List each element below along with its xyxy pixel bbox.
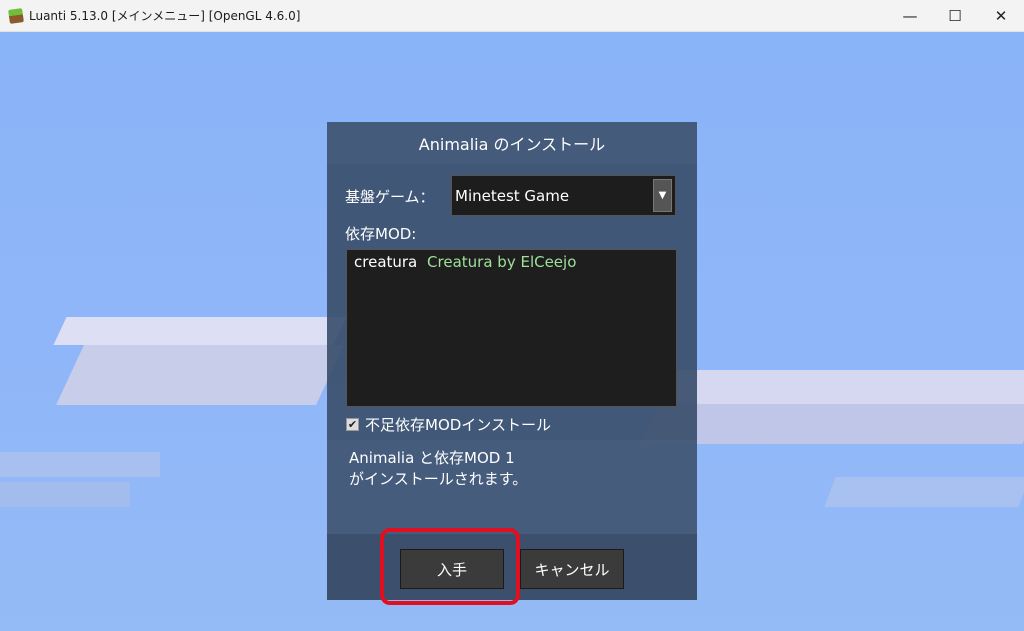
maximize-button[interactable]: ☐: [932, 0, 978, 31]
base-game-value: Minetest Game: [455, 186, 570, 205]
window-title: Luanti 5.13.0 [メインメニュー] [OpenGL 4.6.0]: [29, 9, 301, 23]
close-button[interactable]: ✕: [978, 0, 1024, 31]
install-info-text: Animalia と依存MOD 1 がインストールされます。: [349, 448, 527, 490]
install-missing-row[interactable]: ✔ 不足依存MODインストール: [346, 414, 551, 435]
info-line-2: がインストールされます。: [349, 470, 528, 488]
minimize-button[interactable]: —: [887, 0, 933, 31]
info-line-1: Animalia と依存MOD 1: [349, 449, 515, 467]
dialog-footer: [327, 534, 697, 600]
cloud: [824, 477, 1024, 507]
base-game-select[interactable]: Minetest Game ▼: [451, 175, 676, 216]
install-missing-checkbox[interactable]: ✔: [346, 418, 359, 431]
dependency-name: creatura: [354, 253, 418, 271]
cancel-button[interactable]: キャンセル: [520, 549, 624, 589]
dependencies-label: 依存MOD:: [345, 225, 417, 243]
dialog-title: Animalia のインストール: [327, 122, 697, 164]
base-game-label: 基盤ゲーム：: [345, 188, 435, 206]
cloud: [0, 482, 130, 507]
chevron-down-icon[interactable]: ▼: [653, 179, 672, 212]
install-button[interactable]: 入手: [400, 549, 504, 589]
window-titlebar: Luanti 5.13.0 [メインメニュー] [OpenGL 4.6.0] —…: [0, 0, 1024, 32]
list-item[interactable]: creatura Creatura by ElCeejo: [354, 253, 576, 271]
dependencies-list[interactable]: creatura Creatura by ElCeejo: [346, 249, 677, 407]
cloud: [0, 452, 160, 477]
cloud: [642, 404, 1024, 444]
install-dialog: Animalia のインストール 基盤ゲーム： Minetest Game ▼ …: [327, 122, 697, 600]
dependency-title: Creatura by ElCeejo: [427, 253, 577, 271]
cloud: [56, 345, 344, 405]
luanti-app-icon: [8, 7, 24, 24]
cloud: [53, 317, 347, 345]
install-missing-label: 不足依存MODインストール: [365, 416, 551, 434]
